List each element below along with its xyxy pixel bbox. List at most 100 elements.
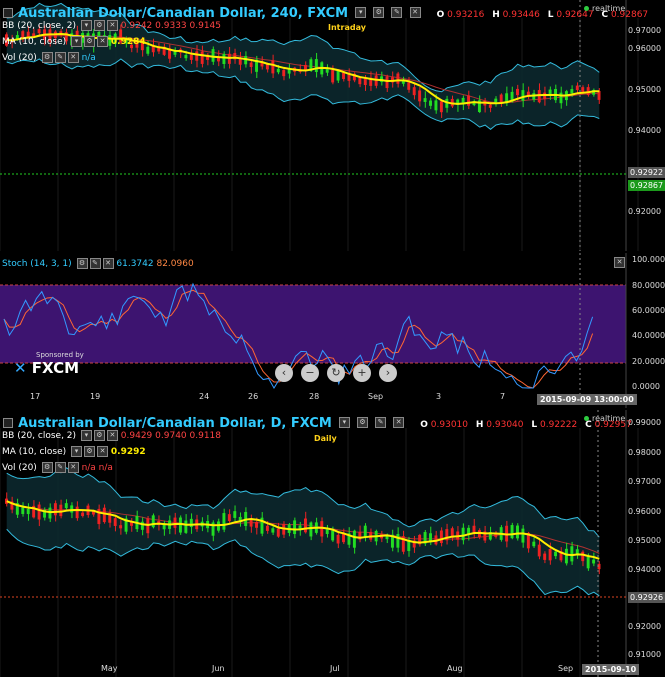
candle-body bbox=[282, 70, 286, 77]
bottom-price-label: 0.96000 bbox=[628, 507, 662, 516]
candle-body bbox=[331, 530, 335, 541]
candle-body bbox=[184, 54, 188, 59]
reset-button[interactable]: ↻ bbox=[327, 364, 345, 382]
candle-body bbox=[309, 522, 313, 537]
candle-body bbox=[249, 519, 253, 527]
settings-icon: ⚙ bbox=[93, 430, 105, 441]
settings-icon: ⚙ bbox=[93, 20, 105, 31]
top-price-label: 0.97000 bbox=[628, 26, 662, 35]
candle-body bbox=[151, 515, 155, 528]
candle-body bbox=[342, 72, 345, 79]
candle-body bbox=[516, 525, 519, 539]
settings-icon: ⚙ bbox=[84, 446, 96, 457]
candle-body bbox=[189, 518, 193, 528]
bottom-x-label: Jun bbox=[212, 664, 225, 673]
candle-body bbox=[597, 90, 601, 100]
candle-body bbox=[575, 85, 579, 91]
collapse-icon[interactable] bbox=[3, 7, 13, 18]
candle-body bbox=[439, 530, 443, 544]
bottom-bb-indicator[interactable]: BB (20, close, 2) ▾ ⚙ ✕ 0.9429 0.9740 0.91… bbox=[2, 430, 221, 441]
candle-body bbox=[559, 92, 563, 104]
candle-body bbox=[21, 507, 25, 514]
bollinger-fill bbox=[6, 467, 600, 596]
candle-body bbox=[276, 68, 280, 73]
candle-body bbox=[461, 527, 465, 541]
bottom-price-label: 0.91000 bbox=[628, 650, 662, 659]
stoch-x-label: 17 bbox=[30, 392, 41, 401]
stoch-x-label: 7 bbox=[500, 392, 506, 401]
bottom-daily-tag: Daily bbox=[314, 434, 337, 443]
collapse-icon[interactable] bbox=[3, 417, 13, 428]
close-icon[interactable]: ✕ bbox=[393, 417, 405, 428]
close-icon: ✕ bbox=[106, 20, 118, 31]
candle-body bbox=[396, 73, 400, 84]
candle-body bbox=[548, 89, 552, 95]
top-chart-pane[interactable]: Australian Dollar/Canadian Dollar, 240, … bbox=[0, 0, 665, 251]
candle-body bbox=[429, 533, 432, 542]
bottom-x-label: Aug bbox=[447, 664, 463, 673]
candle-body bbox=[564, 548, 568, 564]
close-pane-icon[interactable]: ✕ bbox=[614, 257, 625, 268]
candle-body bbox=[358, 77, 362, 85]
candle-body bbox=[342, 533, 345, 543]
candle-body bbox=[439, 101, 443, 113]
candle-body bbox=[293, 520, 297, 535]
close-icon[interactable]: ✕ bbox=[409, 7, 421, 18]
chevron-down-icon[interactable]: ▾ bbox=[355, 7, 367, 18]
settings-icon[interactable]: ⚙ bbox=[373, 7, 385, 18]
top-current-price: 0.92922 bbox=[628, 167, 665, 178]
settings-icon[interactable]: ⚙ bbox=[356, 417, 368, 428]
stoch-chart[interactable] bbox=[0, 253, 665, 408]
edit-icon: ✎ bbox=[89, 258, 101, 269]
candle-body bbox=[146, 46, 150, 54]
candle-body bbox=[352, 530, 356, 548]
candle-body bbox=[189, 54, 193, 60]
top-vol-indicator[interactable]: Vol (20) ⚙ ✎ ✕ n/a bbox=[2, 52, 96, 63]
stoch-pane[interactable]: Stoch (14, 3, 1) ⚙ ✎ ✕ 61.3742 82.0960 ✕ 1… bbox=[0, 253, 665, 408]
candle-body bbox=[396, 534, 400, 548]
fxcm-logo: ✕ FXCM bbox=[14, 359, 80, 377]
candle-body bbox=[113, 518, 117, 526]
candle-body bbox=[178, 517, 182, 533]
stoch-level-label: 0.0000 bbox=[632, 382, 660, 391]
candle-body bbox=[325, 69, 329, 73]
bottom-chart-pane[interactable]: Australian Dollar/Canadian Dollar, D, FX… bbox=[0, 410, 665, 677]
top-close-price: 0.92867 bbox=[628, 180, 665, 191]
candle-body bbox=[102, 507, 106, 523]
sponsor-text: Sponsored by bbox=[36, 351, 84, 359]
zoom-in-button[interactable]: + bbox=[353, 364, 371, 382]
zoom-out-button[interactable]: − bbox=[301, 364, 319, 382]
candle-body bbox=[554, 551, 558, 557]
candle-body bbox=[423, 98, 427, 102]
bottom-realtime-indicator: realtime bbox=[584, 414, 625, 423]
candle-body bbox=[385, 76, 389, 89]
crosshair-date-tag: 2015-09-09 13:00:00 bbox=[537, 394, 637, 405]
bottom-crosshair-date-tag: 2015-09-10 bbox=[582, 664, 640, 675]
candle-body bbox=[222, 53, 226, 65]
candle-body bbox=[37, 504, 41, 520]
edit-icon[interactable]: ✎ bbox=[391, 7, 403, 18]
top-intraday-tag: Intraday bbox=[328, 23, 366, 32]
bottom-price-label: 0.98000 bbox=[628, 448, 662, 457]
chevron-down-icon: ▾ bbox=[80, 20, 92, 31]
candle-body bbox=[488, 104, 492, 108]
candle-body bbox=[314, 59, 318, 73]
candle-body bbox=[64, 503, 68, 509]
candle-body bbox=[336, 534, 340, 544]
candle-body bbox=[75, 506, 79, 519]
bottom-ma-indicator[interactable]: MA (10, close) ▾ ⚙ ✕ 0.9292 bbox=[2, 446, 146, 457]
top-bb-indicator[interactable]: BB (20, close, 2) ▾ ⚙ ✕ 0.9242 0.9333 0.91… bbox=[2, 20, 221, 31]
top-ma-indicator[interactable]: MA (10, close) ▾ ⚙ ✕ 0.9284 bbox=[2, 36, 146, 47]
candle-body bbox=[200, 51, 204, 64]
candle-body bbox=[516, 88, 519, 96]
candle-body bbox=[271, 528, 275, 533]
edit-icon[interactable]: ✎ bbox=[375, 417, 387, 428]
chevron-down-icon: ▾ bbox=[80, 430, 92, 441]
candle-body bbox=[510, 525, 514, 539]
scroll-right-button[interactable]: › bbox=[379, 364, 397, 382]
bottom-vol-indicator[interactable]: Vol (20) ⚙ ✎ ✕ n/a n/a bbox=[2, 462, 113, 473]
scroll-left-button[interactable]: ‹ bbox=[275, 364, 293, 382]
chevron-down-icon[interactable]: ▾ bbox=[338, 417, 350, 428]
stoch-indicator[interactable]: Stoch (14, 3, 1) ⚙ ✎ ✕ 61.3742 82.0960 bbox=[2, 258, 194, 269]
candle-body bbox=[325, 529, 329, 535]
